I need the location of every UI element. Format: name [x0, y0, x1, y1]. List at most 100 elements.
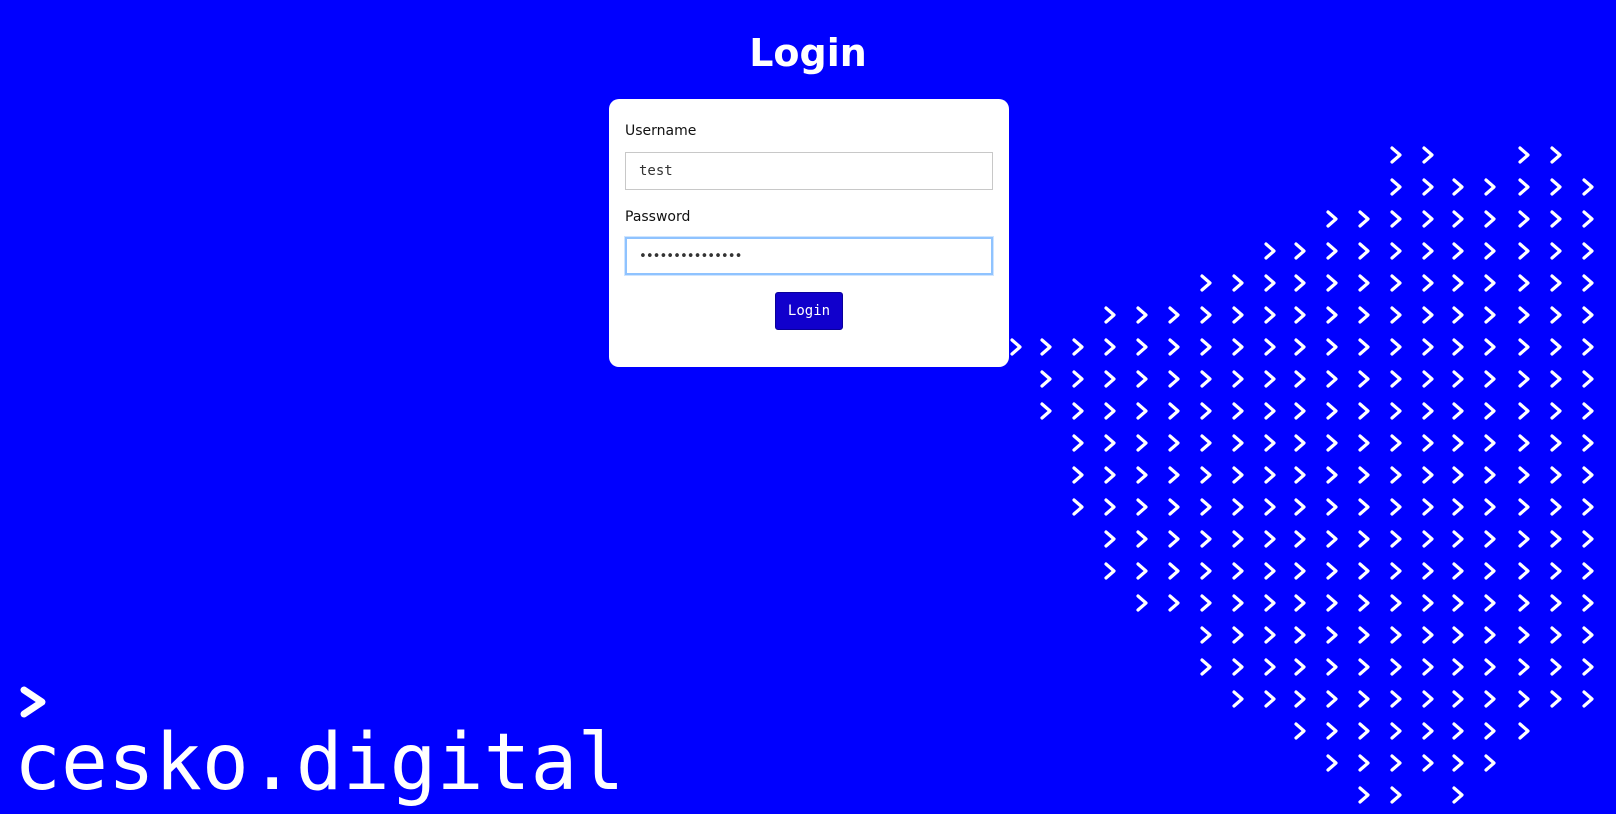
chevron-icon [1358, 370, 1370, 388]
chevron-icon [1422, 562, 1434, 580]
chevron-icon [1200, 594, 1212, 612]
chevron-icon [1582, 306, 1594, 324]
chevron-icon [1550, 626, 1562, 644]
chevron-icon [1326, 690, 1338, 708]
chevron-icon [1518, 626, 1530, 644]
chevron-icon [1294, 530, 1306, 548]
chevron-icon [1040, 338, 1052, 356]
chevron-icon [1550, 402, 1562, 420]
chevron-icon [1452, 658, 1464, 676]
chevron-icon [1232, 306, 1244, 324]
chevron-icon [1104, 370, 1116, 388]
chevron-icon [1072, 402, 1084, 420]
chevron-icon [1072, 498, 1084, 516]
chevron-icon [1452, 690, 1464, 708]
chevron-icon [1484, 338, 1496, 356]
chevron-icon [1518, 498, 1530, 516]
chevron-icon [1294, 722, 1306, 740]
chevron-icon [1582, 658, 1594, 676]
chevron-icon [1104, 306, 1116, 324]
username-input[interactable] [625, 152, 993, 190]
chevron-icon [1422, 466, 1434, 484]
chevron-icon [1452, 786, 1464, 804]
brand-name: cesko.digital [14, 718, 625, 808]
chevron-icon [1326, 530, 1338, 548]
chevron-icon [1422, 690, 1434, 708]
chevron-icon [1232, 498, 1244, 516]
chevron-icon [1390, 658, 1402, 676]
chevron-icon [1232, 562, 1244, 580]
chevron-icon [1136, 498, 1148, 516]
chevron-icon [1358, 594, 1370, 612]
chevron-icon [1582, 562, 1594, 580]
chevron-icon [1168, 434, 1180, 452]
password-input[interactable] [625, 237, 993, 275]
chevron-icon [1550, 530, 1562, 548]
chevron-icon [1326, 754, 1338, 772]
chevron-icon [1452, 306, 1464, 324]
chevron-icon [1326, 658, 1338, 676]
chevron-icon [1294, 434, 1306, 452]
chevron-icon [1518, 306, 1530, 324]
chevron-icon [1422, 242, 1434, 260]
chevron-icon [1294, 658, 1306, 676]
chevron-icon [1452, 466, 1464, 484]
chevron-icon [1422, 306, 1434, 324]
chevron-icon [1582, 242, 1594, 260]
chevron-icon [1104, 530, 1116, 548]
chevron-icon [1518, 370, 1530, 388]
chevron-icon [1390, 178, 1402, 196]
chevron-icon [1010, 338, 1022, 356]
chevron-icon [1232, 594, 1244, 612]
chevron-icon [1358, 274, 1370, 292]
chevron-icon [1518, 530, 1530, 548]
chevron-icon [1582, 594, 1594, 612]
chevron-icon [1200, 562, 1212, 580]
chevron-icon [1422, 530, 1434, 548]
chevron-icon [1358, 690, 1370, 708]
chevron-icon [1294, 242, 1306, 260]
chevron-icon [1582, 210, 1594, 228]
chevron-icon [1358, 338, 1370, 356]
chevron-icon [1422, 274, 1434, 292]
chevron-icon [1232, 466, 1244, 484]
chevron-icon [1550, 210, 1562, 228]
chevron-icon [1104, 434, 1116, 452]
chevron-icon [1358, 402, 1370, 420]
chevron-icon [1452, 274, 1464, 292]
chevron-icon [1136, 402, 1148, 420]
chevron-icon [1518, 594, 1530, 612]
page-title: Login [749, 31, 867, 75]
chevron-icon [1452, 210, 1464, 228]
chevron-icon [1072, 370, 1084, 388]
chevron-icon [1550, 146, 1562, 164]
chevron-icon [1200, 274, 1212, 292]
chevron-icon [1422, 402, 1434, 420]
chevron-icon [1104, 466, 1116, 484]
chevron-icon [1104, 498, 1116, 516]
chevron-icon [1358, 754, 1370, 772]
chevron-icon [1358, 498, 1370, 516]
chevron-icon [1232, 370, 1244, 388]
chevron-icon [1550, 658, 1562, 676]
chevron-icon [1518, 658, 1530, 676]
chevron-icon [1358, 434, 1370, 452]
chevron-icon [1484, 466, 1496, 484]
chevron-icon [1358, 210, 1370, 228]
chevron-icon [1422, 178, 1434, 196]
chevron-icon [1484, 562, 1496, 580]
chevron-icon [1326, 306, 1338, 324]
chevron-icon [1072, 434, 1084, 452]
chevron-icon [1452, 338, 1464, 356]
chevron-icon [1484, 242, 1496, 260]
chevron-icon [1294, 594, 1306, 612]
chevron-icon [1422, 370, 1434, 388]
chevron-icon [1390, 274, 1402, 292]
chevron-icon [1326, 722, 1338, 740]
chevron-icon [1452, 402, 1464, 420]
chevron-icon [1200, 498, 1212, 516]
chevron-icon [1390, 786, 1402, 804]
chevron-icon [1452, 626, 1464, 644]
login-button[interactable]: Login [775, 292, 843, 330]
chevron-icon [1518, 690, 1530, 708]
